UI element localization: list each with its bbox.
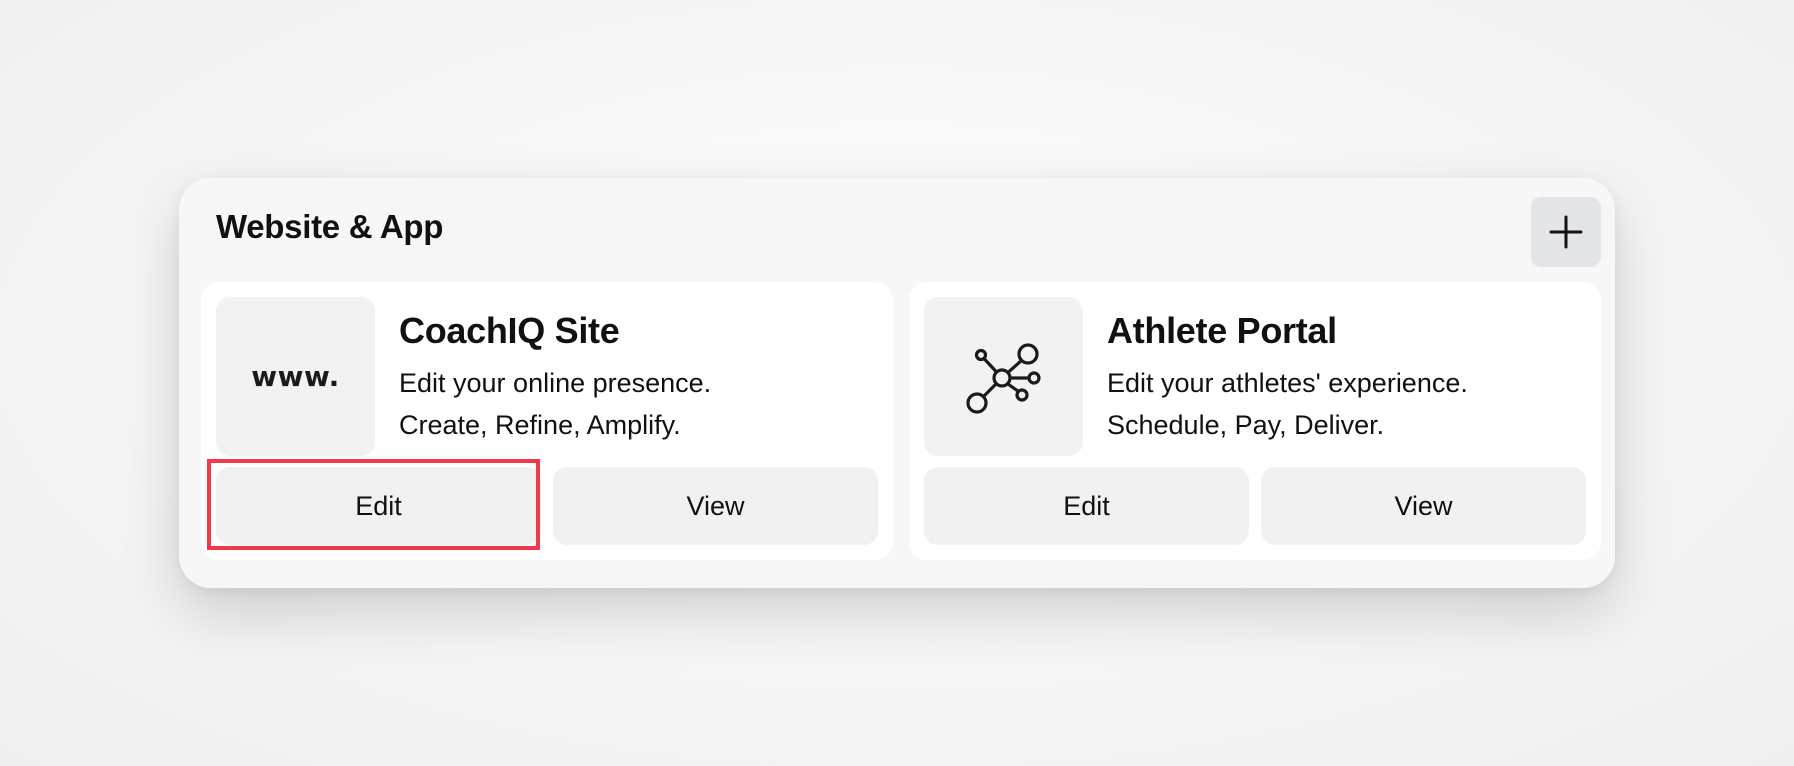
edit-site-button[interactable]: Edit	[216, 467, 541, 545]
plus-icon	[1549, 215, 1583, 249]
view-portal-button[interactable]: View	[1261, 467, 1586, 545]
website-app-panel: Website & App www. CoachIQ Site Edit you…	[179, 178, 1615, 588]
add-button[interactable]	[1531, 197, 1601, 267]
view-site-button[interactable]: View	[553, 467, 878, 545]
card-title: CoachIQ Site	[399, 310, 620, 351]
edit-portal-button[interactable]: Edit	[924, 467, 1249, 545]
card-tagline: Schedule, Pay, Deliver.	[1107, 410, 1385, 440]
card-athlete-portal: Athlete Portal Edit your athletes' exper…	[909, 282, 1601, 560]
card-description: Edit your athletes' experience.	[1107, 368, 1468, 398]
portal-thumbnail	[924, 297, 1083, 456]
network-nodes-icon	[965, 342, 1041, 414]
card-coachiq-site: www. CoachIQ Site Edit your online prese…	[201, 282, 893, 560]
site-thumbnail: www.	[216, 297, 375, 456]
www-icon: www.	[251, 360, 340, 393]
panel-title: Website & App	[216, 208, 444, 245]
card-description: Edit your online presence.	[399, 368, 712, 398]
card-title: Athlete Portal	[1107, 310, 1337, 351]
card-tagline: Create, Refine, Amplify.	[399, 410, 681, 440]
